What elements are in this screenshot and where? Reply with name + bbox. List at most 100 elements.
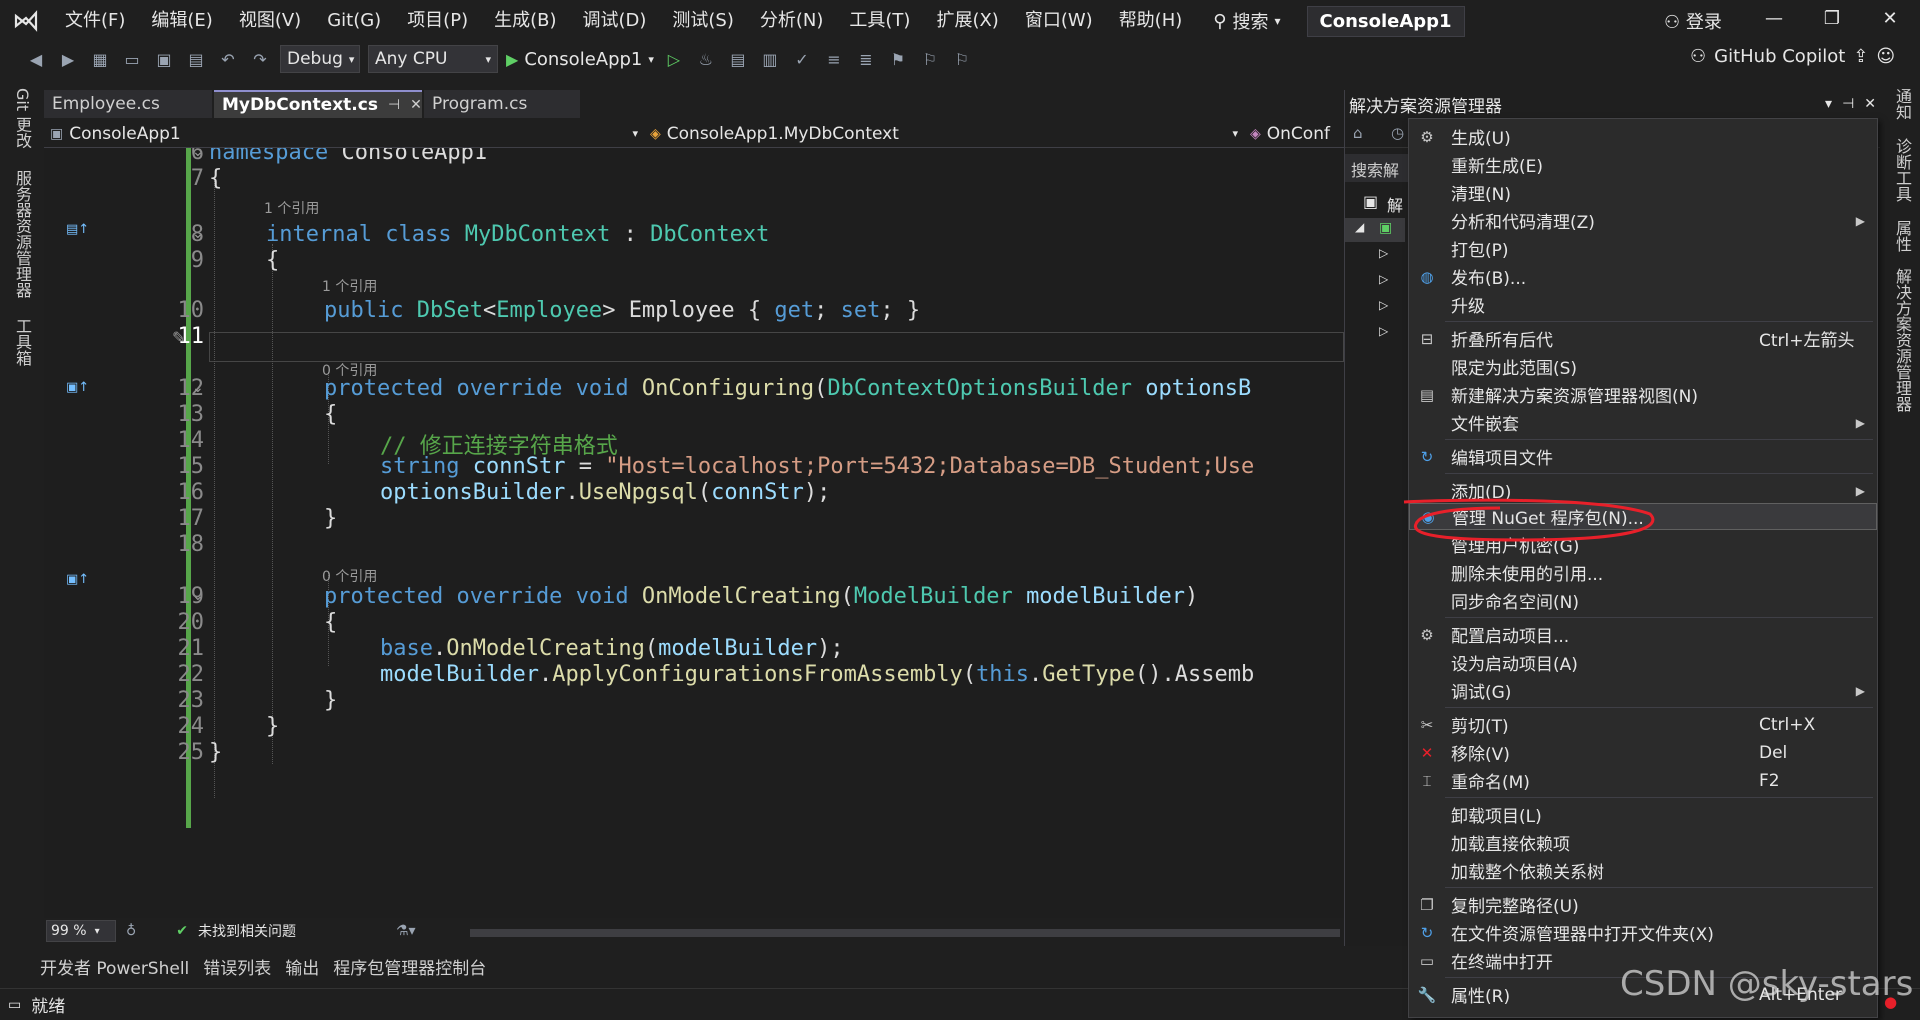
menu-item-clean[interactable]: 清理(N) — [1409, 179, 1877, 206]
menu-item-collapse-all[interactable]: ⊟ 折叠所有后代 Ctrl+左箭头 — [1409, 325, 1877, 352]
menu-item-edit-project-file[interactable]: ↻ 编辑项目文件 — [1409, 443, 1877, 470]
quick-actions-icon[interactable]: ✎ — [172, 328, 185, 347]
menu-item-file-nesting[interactable]: 文件嵌套 ▶ — [1409, 409, 1877, 436]
tab-package-manager-console[interactable]: 程序包管理器控制台 — [333, 954, 486, 979]
menu-item-unload-project[interactable]: 卸载项目(L) — [1409, 801, 1877, 828]
class-combo[interactable]: ◈ ConsoleApp1.MyDbContext ▾ — [644, 121, 1244, 147]
comment-icon[interactable]: ≡ — [822, 47, 846, 71]
side-tab-toolbox[interactable]: 工具箱 — [10, 318, 34, 366]
history-icon[interactable]: ◷ — [1391, 124, 1404, 142]
tab-mydbcontext-cs[interactable]: MyDbContext.cs ⊣ ✕ — [214, 90, 422, 118]
close-icon[interactable]: ✕ — [410, 97, 422, 113]
menu-help[interactable]: 帮助(H) — [1106, 0, 1196, 42]
menu-tools[interactable]: 工具(T) — [836, 0, 923, 42]
save-all-icon[interactable]: ▤ — [184, 47, 208, 71]
side-tab-notifications[interactable]: 通知 — [1890, 88, 1914, 120]
menu-debug[interactable]: 调试(D) — [570, 0, 660, 42]
forward-icon[interactable]: ▶ — [56, 47, 80, 71]
side-tab-server-explorer[interactable]: 服务器资源管理器 — [10, 170, 34, 298]
side-tab-solution-explorer[interactable]: 解决方案资源管理器 — [1890, 268, 1914, 412]
issues-status[interactable]: 未找到相关问题 — [198, 921, 296, 941]
side-tab-diagnostic-tools[interactable]: 诊断工具 — [1890, 138, 1914, 202]
restore-button[interactable]: ❐ — [1812, 8, 1852, 29]
expand-arrow-icon[interactable]: ▷ — [1379, 246, 1388, 260]
menu-item-upgrade[interactable]: 升级 — [1409, 291, 1877, 318]
tab-error-list[interactable]: 错误列表 — [203, 954, 271, 979]
save-icon[interactable]: ▣ — [152, 47, 176, 71]
menu-item-debug[interactable]: 调试(G) ▶ — [1409, 677, 1877, 704]
menu-git[interactable]: Git(G) — [314, 0, 394, 42]
search-button[interactable]: ⚲ 搜索 ▾ — [1213, 8, 1280, 34]
hot-reload-icon[interactable]: ♨ — [694, 47, 718, 71]
close-icon[interactable]: ✕ — [1864, 96, 1876, 112]
start-without-debugging-icon[interactable]: ▷ — [662, 47, 686, 71]
expand-arrow-icon[interactable]: ▷ — [1379, 324, 1388, 338]
pin-icon[interactable]: ⊣ — [1842, 96, 1854, 112]
override-marker-icon[interactable]: ▣↑ — [66, 572, 89, 587]
copilot-status-icon[interactable]: ♁ — [126, 923, 136, 939]
menu-project[interactable]: 项目(P) — [394, 0, 481, 42]
menu-item-set-startup[interactable]: 设为启动项目(A) — [1409, 649, 1877, 676]
menu-test[interactable]: 测试(S) — [659, 0, 746, 42]
layout-icon[interactable]: ▥ — [758, 47, 782, 71]
menu-window[interactable]: 窗口(W) — [1012, 0, 1106, 42]
tab-program-cs[interactable]: Program.cs — [424, 90, 580, 118]
menu-item-remove-unused-refs[interactable]: 删除未使用的引用... — [1409, 559, 1877, 586]
bookmark-next-icon[interactable]: ⚐ — [950, 47, 974, 71]
undo-icon[interactable]: ↶ — [216, 47, 240, 71]
tab-employee-cs[interactable]: Employee.cs — [44, 90, 212, 118]
open-folder-icon[interactable]: ▭ — [120, 47, 144, 71]
menu-extensions[interactable]: 扩展(X) — [923, 0, 1011, 42]
tab-developer-powershell[interactable]: 开发者 PowerShell — [40, 954, 189, 979]
project-combo[interactable]: ▣ ConsoleApp1 ▾ — [44, 121, 644, 147]
horizontal-scrollbar[interactable] — [470, 929, 1340, 937]
menu-item-rename[interactable]: ⌶ 重命名(M) F2 — [1409, 767, 1877, 794]
menu-item-new-view[interactable]: ▤ 新建解决方案资源管理器视图(N) — [1409, 381, 1877, 408]
menu-build[interactable]: 生成(B) — [481, 0, 569, 42]
menu-item-analyze[interactable]: 分析和代码清理(Z) ▶ — [1409, 207, 1877, 234]
close-window-button[interactable]: ✕ — [1870, 8, 1910, 29]
menu-item-publish[interactable]: ◍ 发布(B)... — [1409, 263, 1877, 290]
side-tab-git-changes[interactable]: Git 更改 — [10, 88, 34, 148]
menu-item-open-in-explorer[interactable]: ↻ 在文件资源管理器中打开文件夹(X) — [1409, 919, 1877, 946]
menu-item-load-direct-deps[interactable]: 加载直接依赖项 — [1409, 829, 1877, 856]
code-lens-references[interactable]: 1 个引用 — [322, 276, 377, 296]
menu-item-cut[interactable]: ✂ 剪切(T) Ctrl+X — [1409, 711, 1877, 738]
pin-icon[interactable]: ⊣ — [388, 97, 400, 113]
new-project-icon[interactable]: ▦ — [88, 47, 112, 71]
platform-dropdown[interactable]: Any CPU ▾ — [368, 45, 498, 73]
side-tab-properties[interactable]: 属性 — [1890, 220, 1914, 252]
redo-icon[interactable]: ↷ — [248, 47, 272, 71]
menu-item-sync-namespaces[interactable]: 同步命名空间(N) — [1409, 587, 1877, 614]
expand-arrow-icon[interactable]: ▷ — [1379, 298, 1388, 312]
fold-toggle-icon[interactable]: ⌄ — [192, 380, 204, 396]
home-icon[interactable]: ⌂ — [1353, 124, 1363, 142]
override-marker-icon[interactable]: ▣↑ — [66, 380, 89, 395]
minimize-button[interactable]: — — [1754, 8, 1794, 29]
menu-item-scope-to-this[interactable]: 限定为此范围(S) — [1409, 353, 1877, 380]
configuration-dropdown[interactable]: Debug ▾ — [280, 45, 360, 73]
code-cleanup-icon[interactable]: ⚗▾ — [396, 923, 416, 939]
menu-item-pack[interactable]: 打包(P) — [1409, 235, 1877, 262]
menu-item-build[interactable]: ⚙ 生成(U) — [1409, 123, 1877, 150]
visual-studio-logo-icon[interactable] — [0, 0, 52, 42]
start-debugging-button[interactable]: ▶ ConsoleApp1 ▾ — [506, 49, 654, 70]
selected-project-row[interactable]: ◢ ▣ — [1345, 218, 1405, 242]
menu-item-copy-full-path[interactable]: ❐ 复制完整路径(U) — [1409, 891, 1877, 918]
uncomment-icon[interactable]: ≣ — [854, 47, 878, 71]
menu-view[interactable]: 视图(V) — [226, 0, 314, 42]
spellcheck-icon[interactable]: ✓ — [790, 47, 814, 71]
bookmark-icon[interactable]: ⚑ — [886, 47, 910, 71]
code-lens-references[interactable]: 0 个引用 — [322, 566, 377, 586]
menu-item-rebuild[interactable]: 重新生成(E) — [1409, 151, 1877, 178]
chevron-down-icon[interactable]: ▾ — [1825, 96, 1832, 112]
folder-icon[interactable]: ▤ — [726, 47, 750, 71]
login-button[interactable]: ⚇ 登录 — [1664, 8, 1722, 34]
menu-file[interactable]: 文件(F) — [52, 0, 138, 42]
zoom-dropdown[interactable]: 99 % ▾ — [46, 920, 116, 942]
menu-edit[interactable]: 编辑(E) — [138, 0, 225, 42]
code-lens-references[interactable]: 1 个引用 — [264, 198, 319, 218]
menu-analyze[interactable]: 分析(N) — [747, 0, 837, 42]
fold-toggle-icon[interactable]: ⌄ — [192, 588, 204, 604]
back-icon[interactable]: ◀ — [24, 47, 48, 71]
